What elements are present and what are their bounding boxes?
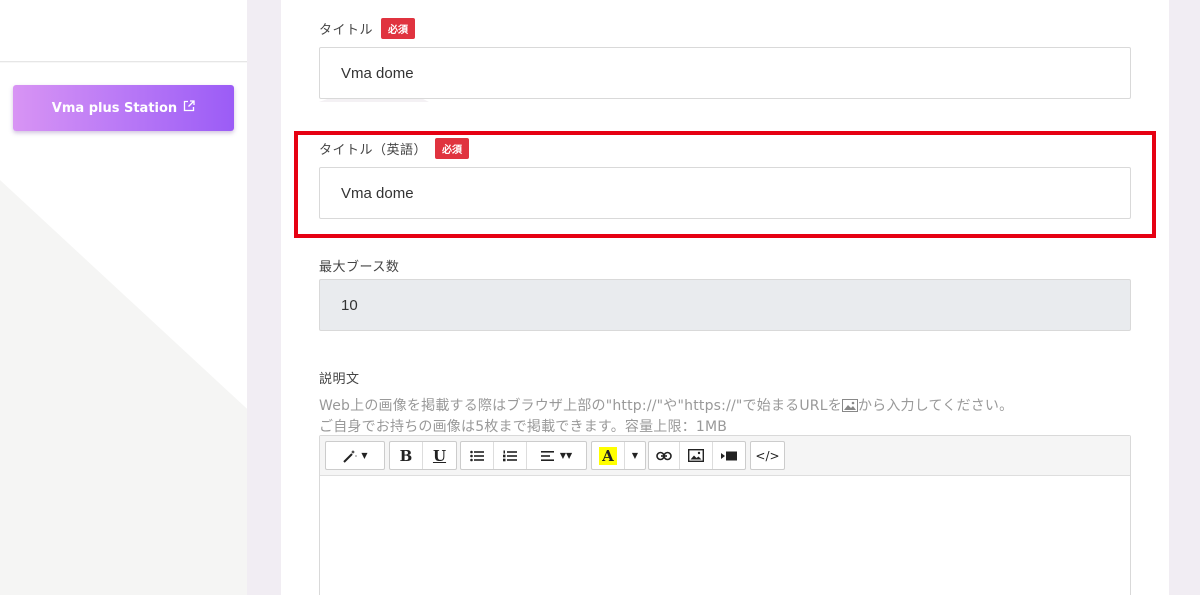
- hint-text-before: Web上の画像を掲載する際はブラウザ上部の"http://"や"https://…: [319, 398, 842, 414]
- picture-button[interactable]: [680, 442, 713, 469]
- text-color-icon: A: [599, 446, 617, 465]
- hint-text-line2: ご自身でお持ちの画像は5枚まで掲載できます。容量上限：1MB: [319, 419, 728, 435]
- sidebar-header: [0, 0, 247, 62]
- hint-text-after: から入力してください。: [857, 398, 1014, 414]
- paragraph-group: ▼▼: [460, 441, 587, 470]
- description-label: 説明文: [319, 372, 360, 387]
- align-icon: [540, 450, 554, 461]
- title-input[interactable]: Vma dome: [319, 47, 1131, 99]
- right-margin: [1169, 0, 1200, 595]
- bold-button[interactable]: B: [390, 442, 423, 469]
- color-dropdown-button[interactable]: ▼: [625, 442, 645, 469]
- unordered-list-icon: [470, 450, 484, 462]
- underline-button[interactable]: U: [423, 442, 456, 469]
- title-label-row: タイトル 必須: [319, 18, 416, 39]
- external-link-icon: [183, 100, 195, 116]
- link-icon: [656, 451, 672, 461]
- max-booths-label: 最大ブース数: [319, 260, 400, 275]
- style-group: ▼: [325, 441, 385, 470]
- max-booths-label-row: 最大ブース数: [319, 256, 399, 275]
- code-group: </>: [750, 441, 785, 470]
- ordered-list-button[interactable]: [494, 442, 527, 469]
- ordered-list-icon: [503, 450, 517, 462]
- picture-icon: [688, 449, 705, 462]
- description-hint-line1: Web上の画像を掲載する際はブラウザ上部の"http://"や"https://…: [319, 395, 1013, 415]
- highlight-annotation: [294, 131, 1156, 238]
- station-button-label: Vma plus Station: [51, 100, 178, 116]
- chevron-down-icon: ▼: [361, 451, 368, 460]
- video-icon: [720, 451, 737, 461]
- description-hint-line2: ご自身でお持ちの画像は5枚まで掲載できます。容量上限：1MB: [319, 416, 727, 436]
- chevron-down-icon: ▼▼: [559, 451, 573, 460]
- description-label-row: 説明文: [319, 368, 360, 387]
- editor-toolbar: ▼ B U ▼▼ A ▼ </>: [320, 436, 1130, 476]
- magic-wand-icon: [342, 449, 358, 463]
- title-label: タイトル: [319, 23, 374, 38]
- picture-icon: [841, 399, 858, 412]
- unordered-list-button[interactable]: [461, 442, 494, 469]
- video-button[interactable]: [713, 442, 745, 469]
- style-dropdown-button[interactable]: ▼: [326, 442, 384, 469]
- max-booths-input: 10: [319, 279, 1131, 331]
- font-style-group: B U: [389, 441, 457, 470]
- rich-text-editor[interactable]: ▼ B U ▼▼ A ▼ </>: [319, 435, 1131, 595]
- align-dropdown-button[interactable]: ▼▼: [527, 442, 586, 469]
- insert-group: [648, 441, 746, 470]
- code-view-button[interactable]: </>: [751, 442, 784, 469]
- max-booths-value: 10: [341, 296, 358, 314]
- title-input-value: Vma dome: [341, 64, 414, 82]
- color-group: A ▼: [591, 441, 646, 470]
- required-badge: 必須: [381, 18, 416, 39]
- link-button[interactable]: [649, 442, 681, 469]
- vma-plus-station-button[interactable]: Vma plus Station: [13, 85, 234, 131]
- text-color-button[interactable]: A: [592, 442, 625, 469]
- chevron-down-icon: ▼: [631, 451, 639, 460]
